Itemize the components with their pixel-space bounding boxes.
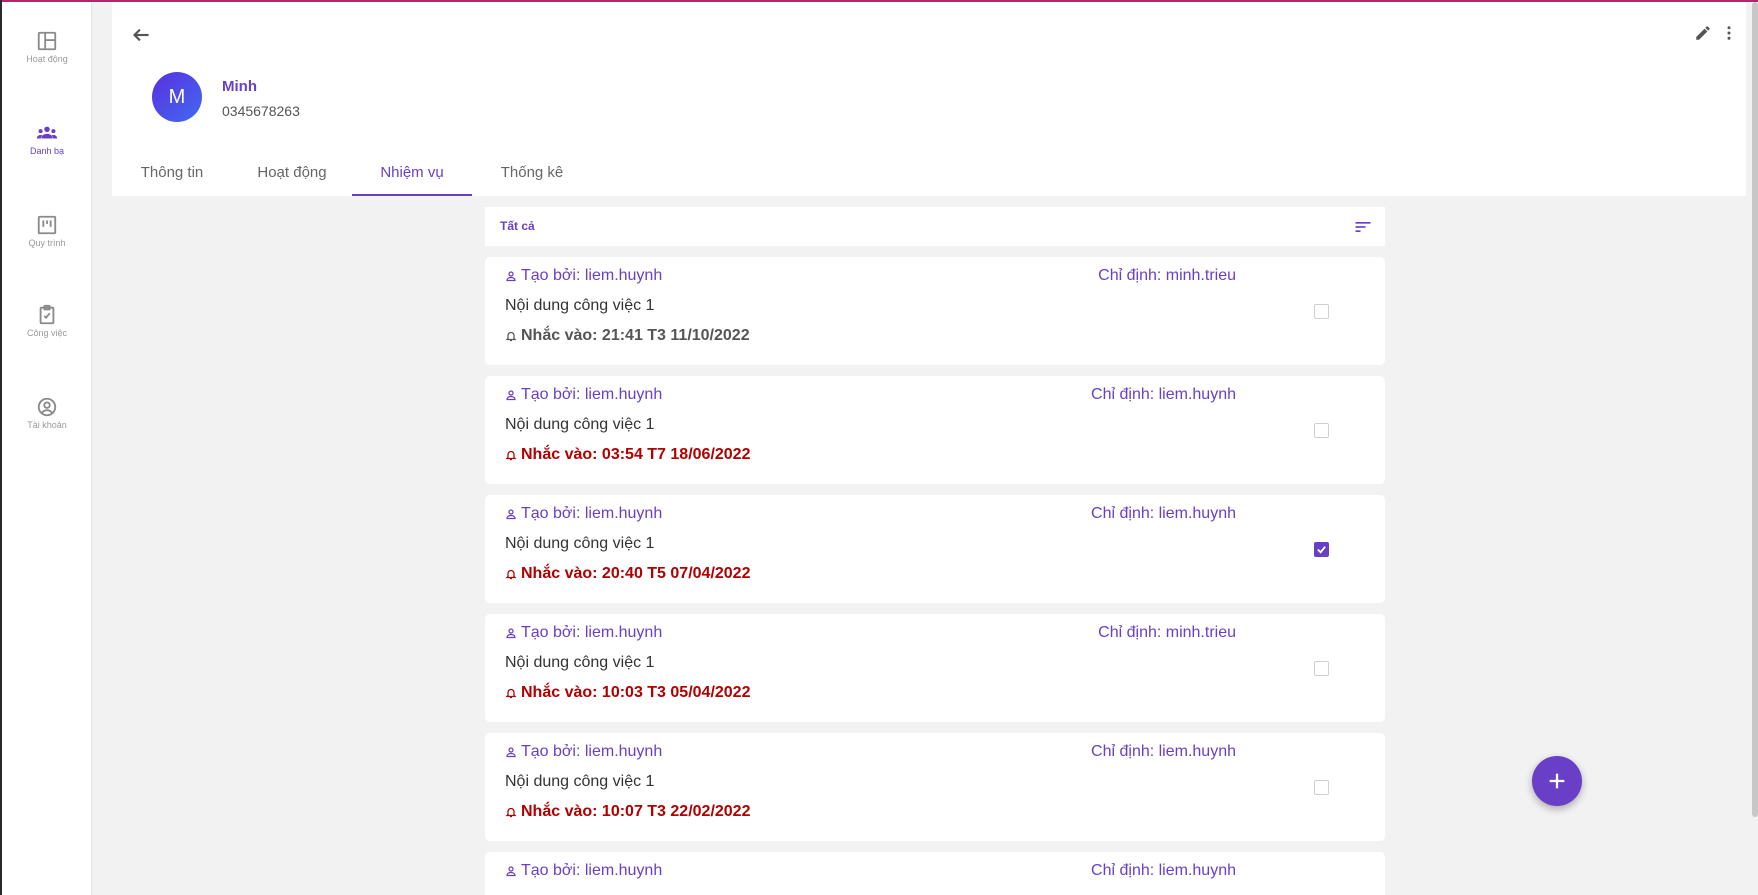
person-icon xyxy=(506,866,516,877)
contact-name: Minh xyxy=(222,78,257,95)
task-reminder: Nhắc vào: 20:40 T5 07/04/2022 xyxy=(505,565,750,583)
more-options-button[interactable] xyxy=(1720,24,1740,46)
tab-thong-ke[interactable]: Thống kê xyxy=(472,150,592,196)
sidebar-item-label: Công việc xyxy=(26,328,68,338)
sidebar: Hoạt động Danh bạ Quy trình Công việc Tà… xyxy=(2,2,92,895)
task-reminder-text: Nhắc vào: 10:07 T3 22/02/2022 xyxy=(521,803,751,820)
task-content: Nội dung công việc 1 xyxy=(505,654,655,671)
task-creator-text: Tạo bởi: liem.huynh xyxy=(521,386,663,403)
task-reminder-text: Nhắc vào: 21:41 T3 11/10/2022 xyxy=(521,327,750,344)
task-card[interactable]: Tạo bởi: liem.huynh Chỉ định: liem.huynh… xyxy=(485,495,1385,603)
account-icon xyxy=(37,397,57,417)
task-creator: Tạo bởi: liem.huynh xyxy=(505,743,662,761)
task-creator-text: Tạo bởi: liem.huynh xyxy=(521,624,663,641)
task-assignee: Chỉ định: minh.trieu xyxy=(1098,267,1236,284)
task-card[interactable]: Tạo bởi: liem.huynh Chỉ định: minh.trieu… xyxy=(485,614,1385,722)
task-reminder: Nhắc vào: 21:41 T3 11/10/2022 xyxy=(505,327,750,345)
add-task-button[interactable] xyxy=(1532,756,1582,806)
tab-thong-tin[interactable]: Thông tin xyxy=(112,150,232,196)
task-creator-text: Tạo bởi: liem.huynh xyxy=(521,505,663,522)
task-reminder: Nhắc vào: 10:07 T3 22/02/2022 xyxy=(505,803,750,821)
task-complete-checkbox[interactable] xyxy=(1314,780,1329,795)
kanban-icon xyxy=(37,215,57,235)
task-reminder: Nhắc vào: 03:54 T7 18/06/2022 xyxy=(505,446,750,464)
task-card[interactable]: Tạo bởi: liem.huynh Chỉ định: liem.huynh… xyxy=(485,733,1385,841)
avatar: M xyxy=(152,72,202,122)
check-icon xyxy=(1317,546,1326,554)
task-assignee: Chỉ định: liem.huynh xyxy=(1091,862,1236,879)
task-reminder-text: Nhắc vào: 03:54 T7 18/06/2022 xyxy=(521,446,751,463)
contacts-icon xyxy=(36,126,58,139)
task-assignee: Chỉ định: liem.huynh xyxy=(1091,386,1236,403)
person-icon xyxy=(506,390,516,401)
task-creator: Tạo bởi: liem.huynh xyxy=(505,862,662,880)
task-complete-checkbox[interactable] xyxy=(1314,542,1329,557)
tab-hoat-dong[interactable]: Hoạt động xyxy=(232,150,352,196)
task-reminder-text: Nhắc vào: 20:40 T5 07/04/2022 xyxy=(521,565,751,582)
bell-icon xyxy=(505,807,517,818)
clipboard-check-icon xyxy=(39,304,55,325)
person-icon xyxy=(506,271,516,282)
task-card[interactable]: Tạo bởi: liem.huynh Chỉ định: liem.huynh… xyxy=(485,376,1385,484)
bell-icon xyxy=(505,569,517,580)
sidebar-item-tai-khoan[interactable]: Tài khoản xyxy=(2,396,92,456)
task-content: Nội dung công việc 1 xyxy=(505,416,655,433)
task-content: Nội dung công việc 1 xyxy=(505,535,655,552)
bell-icon xyxy=(505,450,517,461)
sort-icon xyxy=(1355,222,1371,232)
task-complete-checkbox[interactable] xyxy=(1314,423,1329,438)
task-reminder: Nhắc vào: 10:03 T3 05/04/2022 xyxy=(505,684,750,702)
sidebar-item-label: Tài khoản xyxy=(27,420,67,430)
task-assignee: Chỉ định: liem.huynh xyxy=(1091,505,1236,522)
task-creator: Tạo bởi: liem.huynh xyxy=(505,505,662,523)
sidebar-item-label: Quy trình xyxy=(28,238,66,248)
bell-icon xyxy=(505,331,517,342)
tab-nhiem-vu[interactable]: Nhiệm vụ xyxy=(352,150,472,196)
contact-header: M Minh 0345678263 Thông tin Hoạt động Nh… xyxy=(112,2,1746,196)
contact-phone: 0345678263 xyxy=(222,103,300,119)
task-content: Nội dung công việc 1 xyxy=(505,773,655,790)
task-card[interactable]: Tạo bởi: liem.huynh Chỉ định: liem.huynh xyxy=(485,852,1385,895)
person-icon xyxy=(506,628,516,639)
task-card[interactable]: Tạo bởi: liem.huynh Chỉ định: minh.trieu… xyxy=(485,257,1385,365)
task-content: Nội dung công việc 1 xyxy=(505,297,655,314)
sidebar-item-cong-viec[interactable]: Công việc xyxy=(2,304,92,364)
back-button[interactable] xyxy=(128,22,154,48)
task-assignee: Chỉ định: liem.huynh xyxy=(1091,743,1236,760)
sort-button[interactable] xyxy=(1353,217,1373,237)
dashboard-icon xyxy=(37,31,57,51)
task-creator-text: Tạo bởi: liem.huynh xyxy=(521,743,663,760)
plus-icon xyxy=(1549,773,1565,789)
task-assignee: Chỉ định: minh.trieu xyxy=(1098,624,1236,641)
sidebar-item-label: Danh bạ xyxy=(29,146,65,156)
task-creator: Tạo bởi: liem.huynh xyxy=(505,386,662,404)
task-creator-text: Tạo bởi: liem.huynh xyxy=(521,267,663,284)
task-creator-text: Tạo bởi: liem.huynh xyxy=(521,862,663,879)
task-reminder-text: Nhắc vào: 10:03 T3 05/04/2022 xyxy=(521,684,751,701)
task-creator: Tạo bởi: liem.huynh xyxy=(505,267,662,285)
person-icon xyxy=(506,509,516,520)
task-creator: Tạo bởi: liem.huynh xyxy=(505,624,662,642)
sidebar-item-quy-trinh[interactable]: Quy trình xyxy=(2,214,92,274)
task-complete-checkbox[interactable] xyxy=(1314,304,1329,319)
edit-button[interactable] xyxy=(1694,24,1716,46)
pencil-icon xyxy=(1696,26,1710,40)
scrollbar[interactable] xyxy=(1752,2,1758,817)
filter-dropdown[interactable]: Tất cả xyxy=(500,219,535,233)
more-vertical-icon xyxy=(1727,26,1731,40)
sidebar-item-label: Hoạt động xyxy=(26,54,68,64)
person-icon xyxy=(506,747,516,758)
task-complete-checkbox[interactable] xyxy=(1314,661,1329,676)
arrow-left-icon xyxy=(132,28,149,42)
sidebar-item-hoat-dong[interactable]: Hoạt động xyxy=(2,30,92,90)
sidebar-item-danh-ba[interactable]: Danh bạ xyxy=(2,122,92,182)
task-filter-bar: Tất cả xyxy=(485,207,1385,246)
bell-icon xyxy=(505,688,517,699)
